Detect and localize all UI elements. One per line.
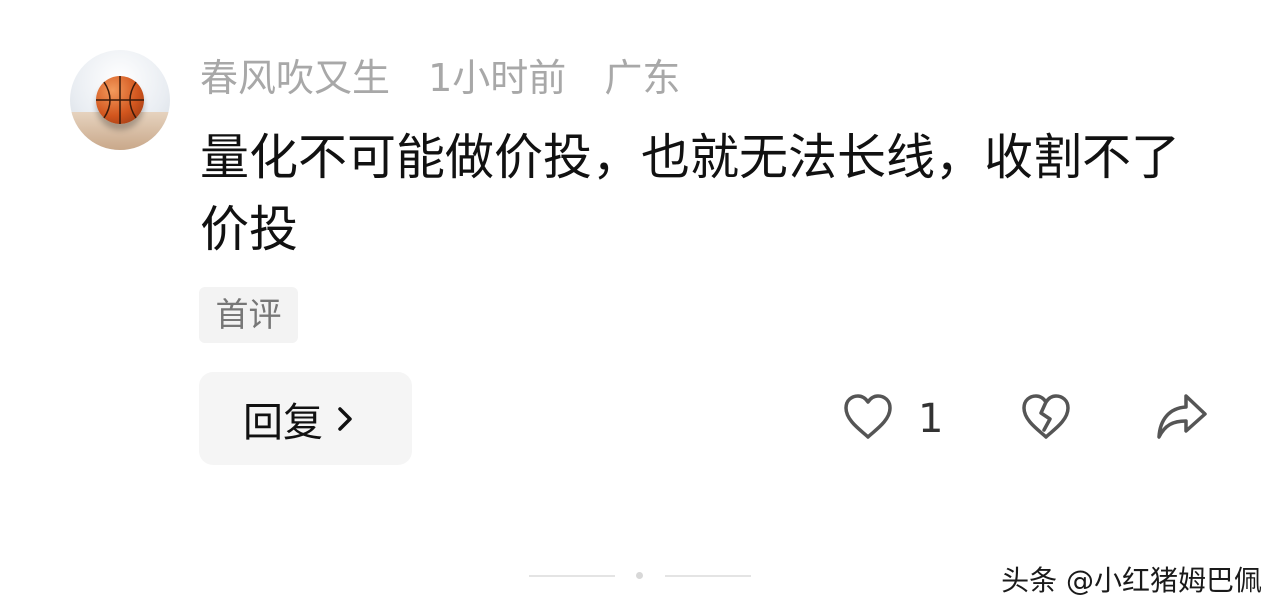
- like-button[interactable]: 1: [842, 392, 943, 446]
- heart-icon: [842, 392, 894, 446]
- comment-location: 广东: [604, 56, 681, 100]
- page-indicator: [529, 570, 751, 582]
- user-avatar[interactable]: [70, 50, 170, 150]
- reply-label: 回复: [243, 399, 323, 446]
- comment-card: 春风吹又生 1小时前 广东 量化不可能做价投，也就无法长线，收割不了价投 首评 …: [0, 0, 1280, 613]
- reply-button[interactable]: 回复: [199, 372, 412, 465]
- like-count: 1: [918, 396, 944, 442]
- pager-dot: [636, 572, 643, 579]
- share-arrow-icon: [1155, 394, 1209, 446]
- pager-line-right: [665, 575, 751, 577]
- comment-time: 1小时前: [428, 56, 567, 100]
- watermark: 头条 @小红猪姆巴佩: [1001, 564, 1262, 597]
- share-button[interactable]: [1155, 392, 1209, 446]
- username[interactable]: 春风吹又生: [200, 56, 390, 100]
- pager-line-left: [529, 575, 615, 577]
- first-comment-badge: 首评: [199, 287, 298, 343]
- chevron-right-icon: [335, 404, 355, 434]
- comment-meta: 春风吹又生 1小时前 广东: [200, 55, 706, 101]
- broken-heart-icon: [1020, 394, 1072, 446]
- basketball-icon: [96, 76, 144, 124]
- comment-text: 量化不可能做价投，也就无法长线，收割不了价投: [200, 129, 1181, 258]
- dislike-button[interactable]: [1020, 392, 1072, 446]
